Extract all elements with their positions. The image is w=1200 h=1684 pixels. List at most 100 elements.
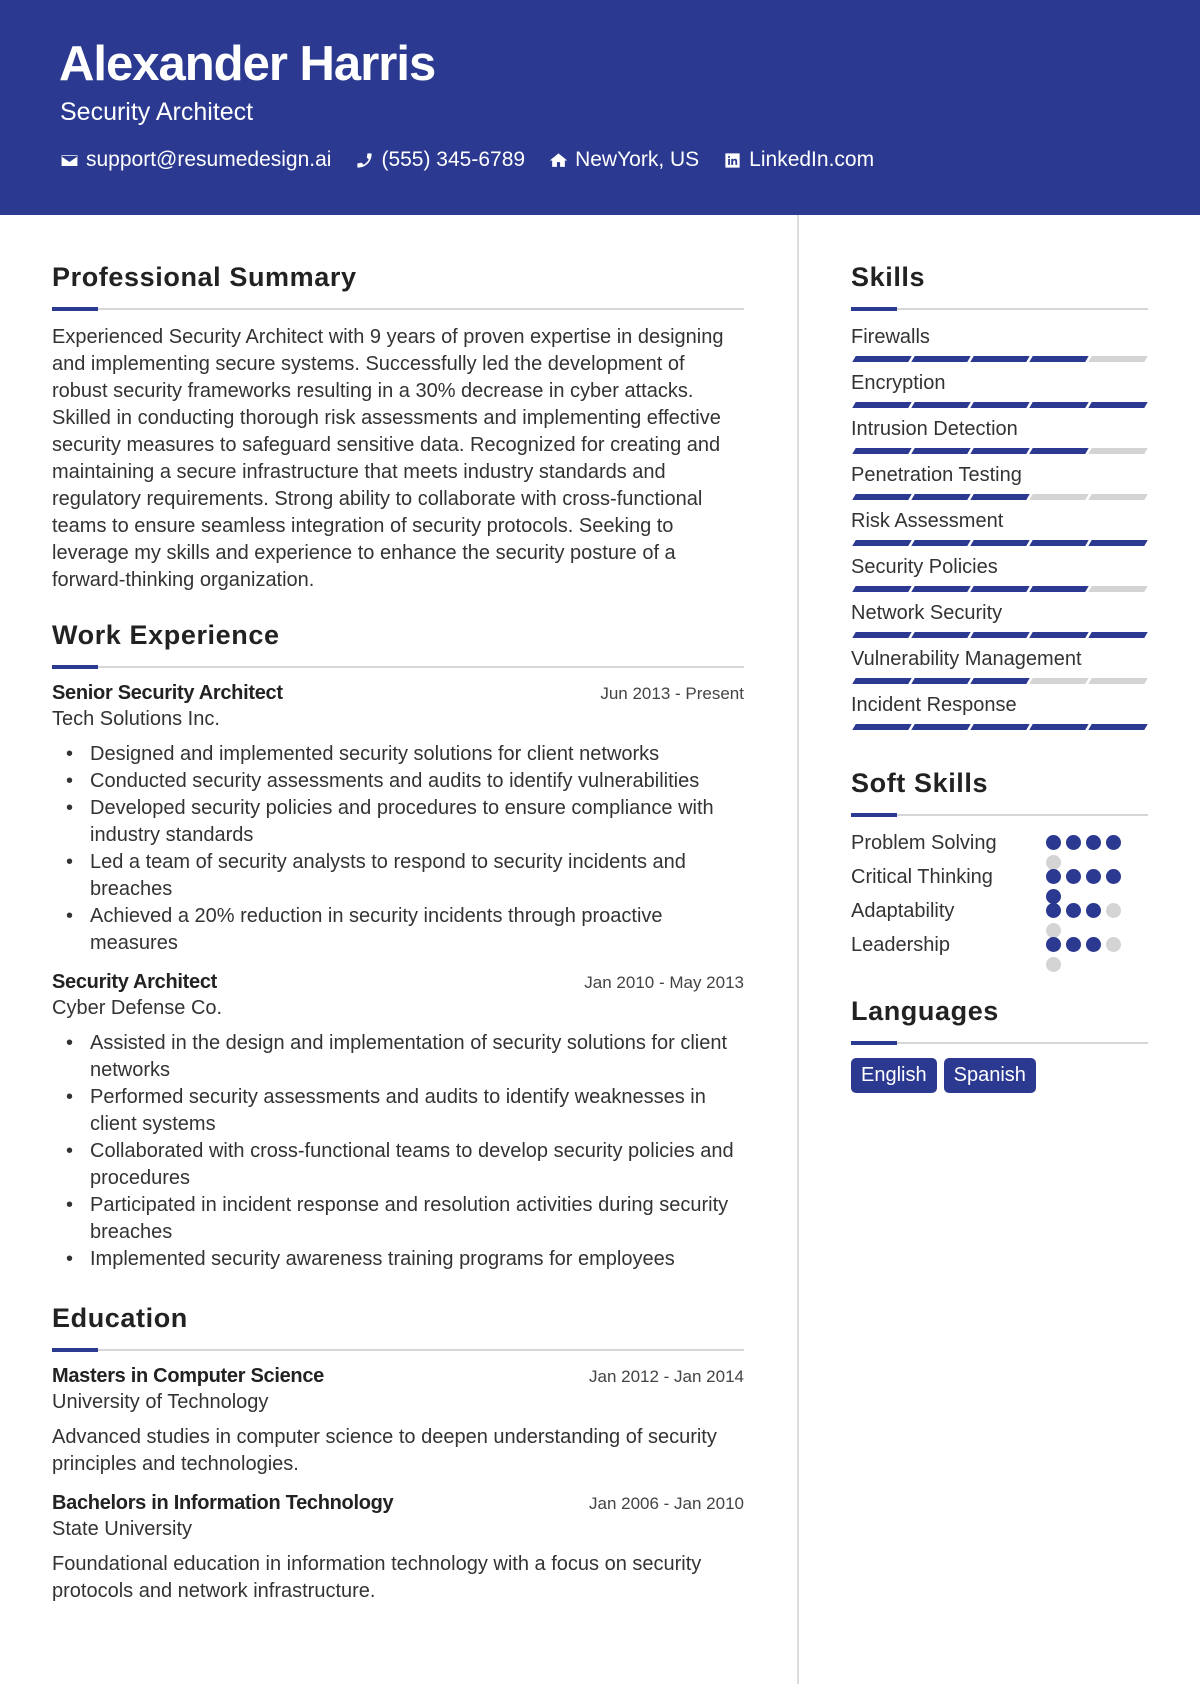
skill-level-bar [851, 586, 1148, 592]
education-dates: Jan 2006 - Jan 2010 [588, 1494, 744, 1513]
rating-dot-filled [1046, 869, 1061, 884]
skill-segment-empty [1029, 494, 1089, 500]
skill-segment-filled [970, 586, 1030, 592]
skill-item: Risk Assessment [851, 508, 1148, 546]
skill-segment-filled [852, 586, 912, 592]
rating-dot-filled [1046, 937, 1061, 952]
skill-segment-filled [852, 356, 912, 362]
summary-text: Experienced Security Architect with 9 ye… [52, 326, 724, 591]
skill-segment-filled [852, 540, 912, 546]
rating-dot-filled [1086, 937, 1101, 952]
skill-item: Vulnerability Management [851, 646, 1148, 684]
envelope-icon [61, 154, 78, 166]
rating-dot-filled [1066, 835, 1081, 850]
skill-segment-filled [1029, 448, 1089, 454]
skill-segment-filled [1029, 724, 1089, 730]
skill-segment-filled [911, 678, 971, 684]
job-company: Tech Solutions Inc. [52, 708, 220, 730]
skill-segment-filled [970, 724, 1030, 730]
rating-dot-empty [1046, 957, 1061, 972]
soft-skill-item: Problem Solving [851, 830, 1148, 870]
section-divider [851, 1041, 1148, 1045]
job-dates: Jun 2013 - Present [600, 684, 744, 703]
skill-segment-filled [911, 540, 971, 546]
skill-segment-filled [1029, 540, 1089, 546]
sidebar-column: Skills Firewalls Encryption Intrusion Dete… [851, 262, 1148, 1093]
language-tag: Spanish [943, 1058, 1036, 1093]
bullet-item: Achieved a 20% reduction in security inc… [66, 903, 744, 957]
education-description: Advanced studies in computer science to … [52, 1426, 717, 1475]
skill-segment-filled [911, 586, 971, 592]
soft-skills-list: Problem Solving Critical Thinking Adaptabi… [851, 830, 1148, 972]
section-heading: Professional Summary [52, 262, 357, 292]
education-entry: Bachelors in Information Technology Jan … [52, 1492, 744, 1605]
rating-dot-filled [1066, 903, 1081, 918]
bullet-item: Developed security policies and procedur… [66, 795, 744, 849]
soft-skill-name: Leadership [851, 934, 950, 956]
rating-dot-filled [1066, 869, 1081, 884]
skill-level-bar [851, 632, 1148, 638]
summary-section: Professional Summary Experienced Securit… [52, 262, 744, 594]
skill-segment-filled [852, 678, 912, 684]
soft-skill-item: Adaptability [851, 898, 1148, 938]
skill-level-bar [851, 356, 1148, 362]
skill-segment-filled [970, 678, 1030, 684]
job-dates: Jan 2010 - May 2013 [584, 973, 744, 992]
contact-phone-text: (555) 345-6789 [381, 148, 526, 171]
skill-segment-empty [1088, 678, 1148, 684]
skill-segment-filled [970, 494, 1030, 500]
bullet-item: Participated in incident response and re… [66, 1192, 744, 1246]
home-icon [549, 152, 568, 167]
section-heading: Education [52, 1303, 188, 1333]
rating-dot-filled [1086, 903, 1101, 918]
skill-segment-filled [911, 356, 971, 362]
bullet-item: Designed and implemented security soluti… [66, 741, 744, 768]
skill-segment-filled [911, 724, 971, 730]
skill-segment-filled [970, 356, 1030, 362]
section-divider [851, 813, 1148, 817]
contact-email[interactable]: support@resumedesign.ai [60, 148, 331, 172]
phone-icon [357, 152, 373, 168]
rating-dot-filled [1106, 869, 1121, 884]
education-entry: Masters in Computer Science Jan 2012 - J… [52, 1365, 744, 1478]
rating-dot-filled [1066, 937, 1081, 952]
skill-item: Intrusion Detection [851, 416, 1148, 454]
section-divider [851, 307, 1148, 311]
skill-name: Penetration Testing [851, 464, 1022, 486]
skill-segment-filled [1029, 356, 1089, 362]
language-tag: English [851, 1058, 937, 1093]
rating-dot-filled [1086, 835, 1101, 850]
skill-segment-filled [970, 402, 1030, 408]
bullet-item: Assisted in the design and implementatio… [66, 1030, 744, 1084]
section-divider [52, 1348, 744, 1352]
bullet-item: Led a team of security analysts to respo… [66, 849, 744, 903]
skill-name: Security Policies [851, 556, 998, 578]
contact-phone[interactable]: (555) 345-6789 [355, 148, 525, 172]
bullet-item: Performed security assessments and audit… [66, 1084, 744, 1138]
rating-dot-empty [1106, 937, 1121, 952]
skill-segment-filled [1088, 402, 1148, 408]
bullet-item: Implemented security awareness training … [66, 1246, 744, 1273]
job-company: Cyber Defense Co. [52, 997, 223, 1019]
contact-linkedin[interactable]: LinkedIn.com [723, 148, 874, 172]
bullet-item: Conducted security assessments and audit… [66, 768, 744, 795]
soft-skills-section: Soft Skills Problem Solving Critical Thin… [851, 768, 1148, 972]
languages-section: Languages English Spanish [851, 996, 1148, 1093]
skill-segment-filled [852, 724, 912, 730]
section-heading: Work Experience [52, 620, 280, 650]
soft-skill-item: Critical Thinking [851, 864, 1148, 904]
skill-segment-filled [911, 448, 971, 454]
language-tags: English Spanish [851, 1058, 1148, 1093]
degree-title: Masters in Computer Science [52, 1365, 324, 1387]
school-name: University of Technology [52, 1391, 269, 1413]
education-section: Education Masters in Computer Science Ja… [52, 1303, 744, 1605]
contact-list: support@resumedesign.ai (555) 345-6789 N… [60, 148, 874, 172]
skill-item: Encryption [851, 370, 1148, 408]
skill-name: Encryption [851, 372, 946, 394]
main-column: Professional Summary Experienced Securit… [52, 262, 744, 1619]
candidate-name: Alexander Harris [59, 37, 436, 91]
section-heading: Languages [851, 996, 999, 1026]
skill-segment-filled [911, 632, 971, 638]
skill-item: Incident Response [851, 692, 1148, 730]
skill-segment-filled [1088, 540, 1148, 546]
